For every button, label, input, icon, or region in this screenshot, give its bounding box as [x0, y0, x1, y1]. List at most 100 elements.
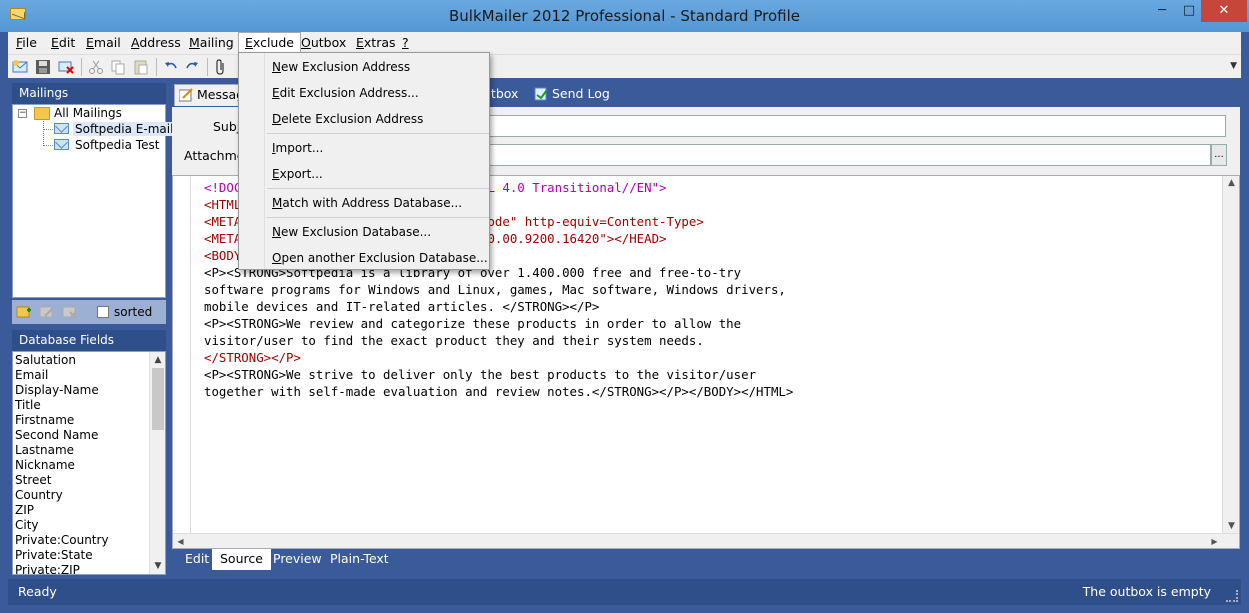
scroll-down-icon[interactable]: ▼: [150, 558, 165, 574]
editor-horizontal-scrollbar[interactable]: ◀ ▶: [173, 533, 1239, 548]
resize-grip-icon[interactable]: [1226, 590, 1238, 602]
list-item[interactable]: City: [14, 518, 150, 533]
collapse-icon[interactable]: −: [18, 109, 27, 118]
undo-icon[interactable]: [163, 59, 179, 75]
menu-mailing[interactable]: Mailing: [183, 34, 240, 54]
toolbar-overflow-icon[interactable]: ▼: [1230, 61, 1237, 71]
tab-message[interactable]: Messag: [174, 84, 244, 106]
menu-email[interactable]: Email: [80, 34, 127, 54]
editor-mode-tabs: Edit Source Preview Plain-Text: [172, 549, 1240, 571]
menu-item-edit-exclusion-address[interactable]: Edit Exclusion Address...: [272, 86, 419, 100]
copy-icon[interactable]: [110, 59, 126, 75]
menu-edit-label: dit: [58, 35, 76, 50]
list-item[interactable]: Title: [14, 398, 150, 413]
accel-key: N: [272, 60, 281, 74]
tab-preview[interactable]: Preview: [265, 549, 330, 570]
list-item[interactable]: Email: [14, 368, 150, 383]
toolbar-separator: [156, 58, 157, 76]
mailing-icon: [54, 139, 69, 150]
list-item[interactable]: Private:Country: [14, 533, 150, 548]
tree-item-mailing[interactable]: Softpedia E-mail: [73, 122, 176, 136]
minimize-button[interactable]: ─: [1148, 0, 1176, 22]
tab-plain-text[interactable]: Plain-Text: [322, 549, 397, 570]
list-item[interactable]: ZIP: [14, 503, 150, 518]
message-icon: [179, 88, 193, 102]
menu-item-import[interactable]: Import...: [272, 141, 323, 155]
list-item[interactable]: Salutation: [14, 353, 150, 368]
add-mailing-icon[interactable]: [16, 304, 32, 320]
menu-item-label: elete Exclusion Address: [281, 112, 424, 126]
redo-icon[interactable]: [184, 59, 200, 75]
menu-exclude[interactable]: Exclude: [238, 32, 301, 54]
list-item[interactable]: Country: [14, 488, 150, 503]
accel-key: E: [272, 167, 280, 181]
mailings-header: Mailings: [12, 83, 166, 104]
menu-help[interactable]: ?: [396, 34, 415, 54]
database-fields-scrollbar[interactable]: ▲ ▼: [149, 352, 165, 574]
menu-help-accel: ?: [402, 35, 409, 50]
menu-item-export[interactable]: Export...: [272, 167, 323, 181]
attachments-label: Attachme: [184, 148, 245, 163]
scroll-right-icon[interactable]: ▶: [1207, 534, 1222, 548]
menu-item-delete-exclusion-address[interactable]: Delete Exclusion Address: [272, 112, 423, 126]
accel-key: E: [272, 86, 280, 100]
menu-item-label: ew Exclusion Database...: [280, 225, 432, 239]
scroll-up-icon[interactable]: ▲: [1223, 176, 1239, 191]
tree-item-all-mailings[interactable]: All Mailings: [54, 106, 122, 120]
cut-icon[interactable]: [88, 59, 104, 75]
editor-vertical-scrollbar[interactable]: ▲ ▼: [1222, 176, 1239, 534]
list-item[interactable]: Second Name: [14, 428, 150, 443]
attachment-icon[interactable]: [213, 59, 229, 75]
menu-exclude-accel: E: [245, 35, 253, 50]
menu-item-new-exclusion-database[interactable]: New Exclusion Database...: [272, 225, 431, 239]
delete-mail-icon[interactable]: [58, 59, 74, 75]
scrollbar-thumb[interactable]: [152, 368, 164, 430]
menu-file-label: ile: [22, 35, 37, 50]
toolbar: ▼: [8, 54, 1241, 78]
tree-item-mailing[interactable]: Softpedia Test: [75, 138, 159, 152]
menu-separator: [267, 133, 489, 134]
menu-file[interactable]: File: [10, 34, 43, 54]
window-title: BulkMailer 2012 Professional - Standard …: [449, 7, 800, 25]
menu-edit[interactable]: Edit: [45, 34, 81, 54]
sorted-checkbox[interactable]: [97, 306, 109, 318]
maximize-button[interactable]: □: [1175, 0, 1203, 22]
menu-edit-accel: E: [51, 35, 59, 50]
list-item[interactable]: Private:ZIP: [14, 563, 150, 574]
list-item[interactable]: Firstname: [14, 413, 150, 428]
tree-line: [43, 121, 44, 146]
new-mail-icon[interactable]: [12, 59, 28, 75]
save-icon[interactable]: [35, 59, 51, 75]
scroll-up-icon[interactable]: ▲: [150, 352, 165, 368]
list-item[interactable]: Display-Name: [14, 383, 150, 398]
tab-source[interactable]: Source: [212, 549, 271, 570]
database-fields-list[interactable]: Salutation Email Display-Name Title Firs…: [12, 351, 166, 575]
menu-item-new-exclusion-address[interactable]: New Exclusion Address: [272, 60, 410, 74]
menu-outbox[interactable]: Outbox: [295, 34, 352, 54]
close-button[interactable]: ✕: [1201, 0, 1247, 22]
browse-attachments-button[interactable]: ...: [1211, 144, 1227, 166]
menu-address[interactable]: Address: [125, 34, 187, 54]
menu-outbox-accel: O: [301, 35, 311, 50]
list-item[interactable]: Nickname: [14, 458, 150, 473]
folder-icon: [34, 107, 50, 120]
sorted-label: sorted: [114, 305, 153, 319]
tab-send-log[interactable]: Send Log: [530, 84, 610, 106]
delete-mailing-icon[interactable]: [62, 304, 78, 320]
list-item[interactable]: Street: [14, 473, 150, 488]
list-item[interactable]: Private:State: [14, 548, 150, 563]
paste-icon[interactable]: [133, 59, 149, 75]
accel-key: D: [272, 112, 282, 126]
scroll-left-icon[interactable]: ◀: [173, 534, 188, 548]
menu-item-match-address-database[interactable]: Match with Address Database...: [272, 196, 462, 210]
menu-item-open-exclusion-database[interactable]: Open another Exclusion Database...: [272, 251, 488, 265]
tree-line: [43, 129, 53, 130]
edit-mailing-icon[interactable]: [39, 304, 55, 320]
code-line: visitor/user to find the exact product t…: [204, 333, 704, 348]
exclude-menu: New Exclusion Address Edit Exclusion Add…: [238, 52, 490, 270]
scroll-down-icon[interactable]: ▼: [1223, 519, 1239, 534]
list-item[interactable]: Lastname: [14, 443, 150, 458]
editor-gutter: [190, 176, 191, 548]
menu-extras[interactable]: Extras: [350, 34, 402, 54]
mailings-tree[interactable]: − All Mailings Softpedia E-mail Softpedi…: [12, 104, 176, 298]
